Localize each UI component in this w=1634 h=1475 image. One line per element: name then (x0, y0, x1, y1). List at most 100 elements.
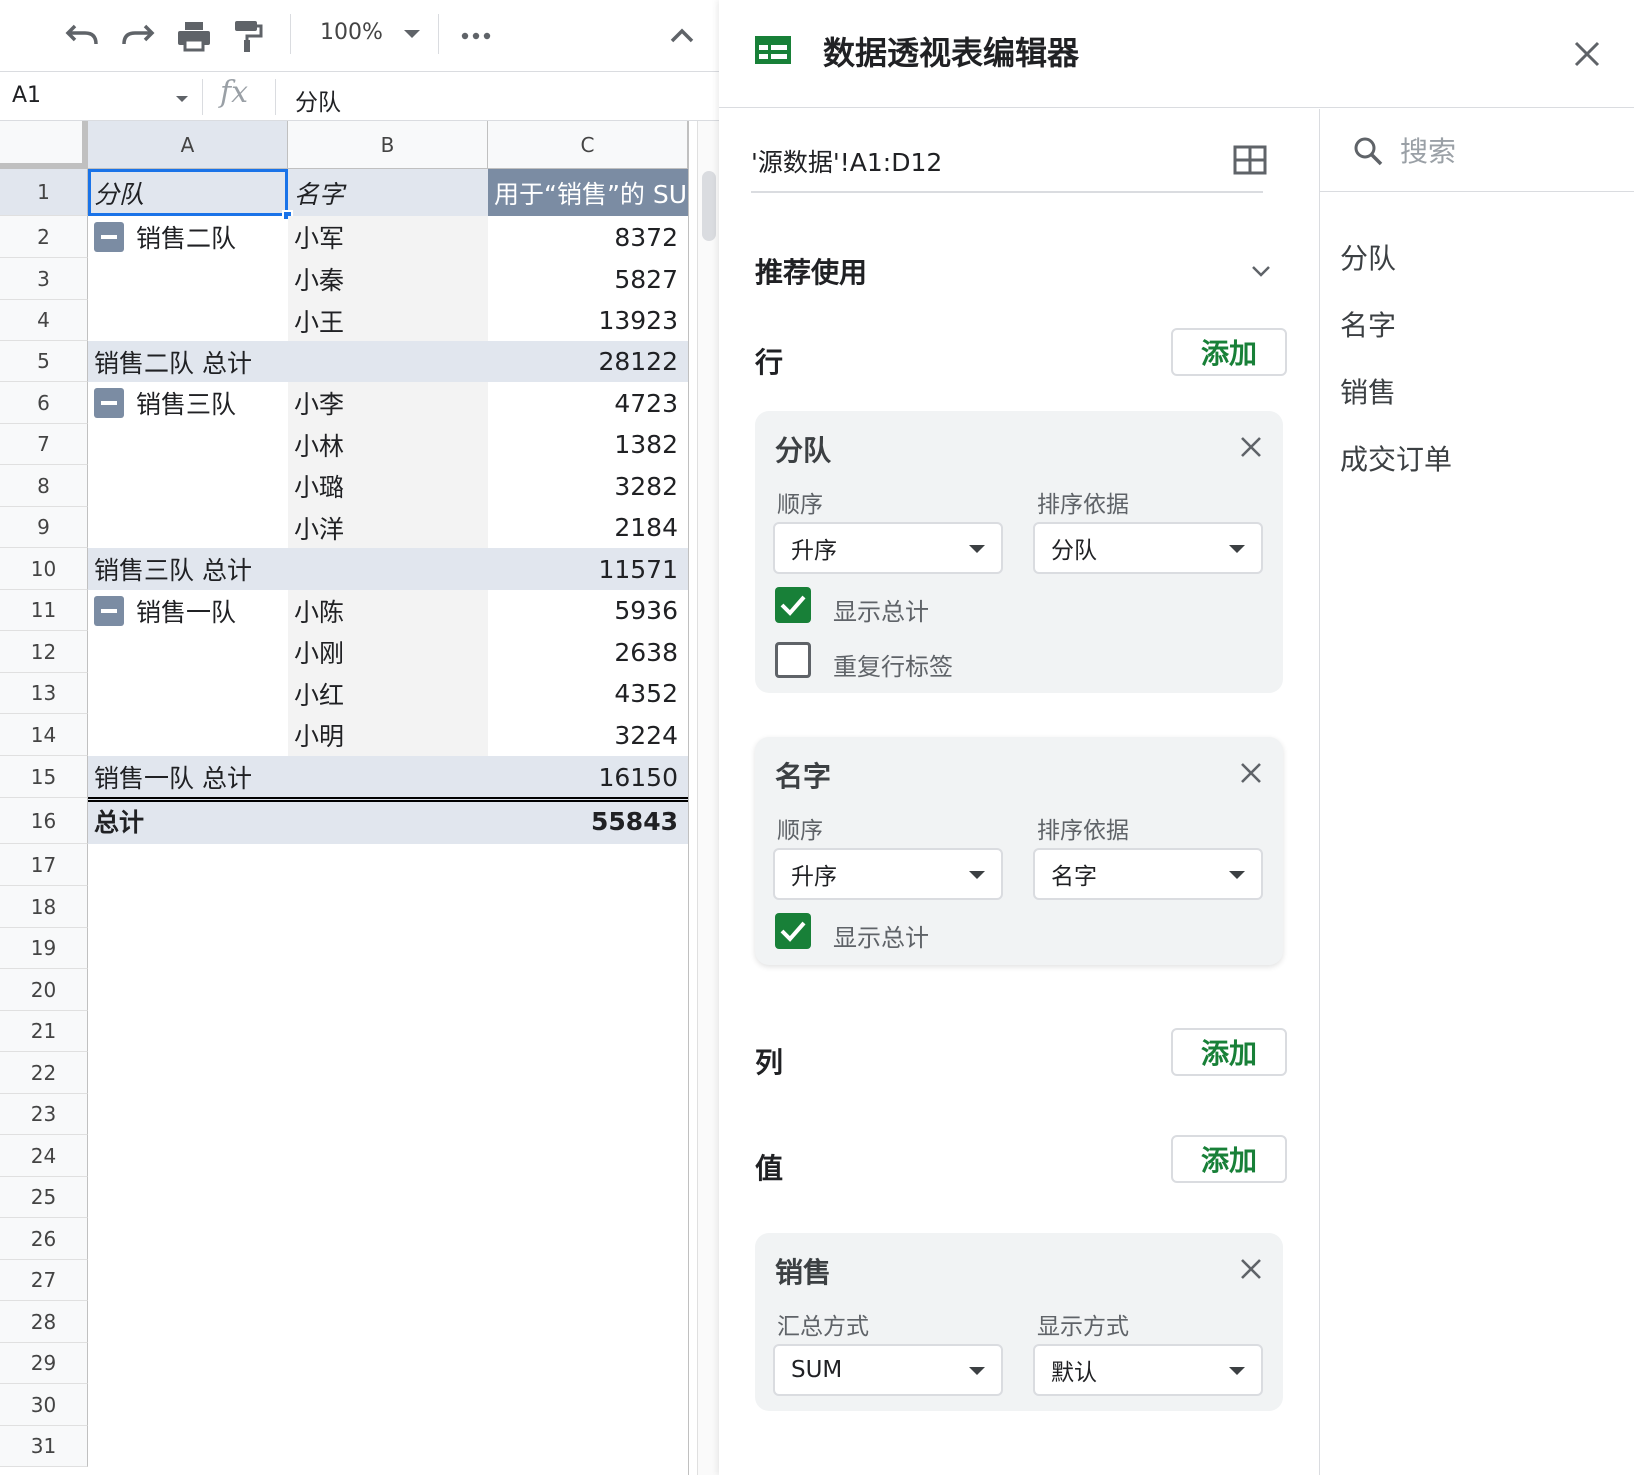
row-header[interactable]: 21 (0, 1011, 88, 1052)
sort-by-select[interactable]: 名字 (1033, 848, 1263, 900)
show-totals-checkbox[interactable] (775, 587, 811, 623)
row-header[interactable]: 19 (0, 928, 88, 969)
paint-format-icon[interactable] (228, 16, 268, 56)
row-header[interactable]: 2 (0, 216, 88, 258)
subtotal-value[interactable]: 28122 (488, 341, 688, 382)
select-all-corner[interactable] (0, 121, 88, 169)
collapse-minus-icon[interactable] (94, 595, 124, 626)
name-cell[interactable]: 小林 (288, 424, 488, 465)
subtotal-value[interactable]: 16150 (488, 756, 688, 798)
close-icon[interactable] (1237, 433, 1265, 461)
row-header[interactable]: 20 (0, 969, 88, 1011)
add-row-button[interactable]: 添加 (1171, 328, 1287, 376)
subtotal-value[interactable]: 11571 (488, 548, 688, 590)
name-cell[interactable]: 小洋 (288, 507, 488, 548)
team-cell[interactable] (88, 714, 288, 756)
add-value-button[interactable]: 添加 (1171, 1135, 1287, 1183)
recommended-section[interactable]: 推荐使用 (755, 251, 867, 291)
name-box[interactable]: A1 (12, 83, 41, 108)
name-cell[interactable]: 小军 (288, 216, 488, 258)
row-header[interactable]: 14 (0, 714, 88, 756)
zoom-select[interactable]: 100% (320, 20, 383, 45)
name-cell[interactable]: 小刚 (288, 631, 488, 673)
row-header[interactable]: 22 (0, 1052, 88, 1094)
header-cell[interactable]: 名字 (288, 169, 488, 216)
close-icon[interactable] (1569, 36, 1605, 72)
sales-cell[interactable]: 5827 (488, 258, 688, 300)
subtotal-label[interactable]: 销售二队 总计 (88, 341, 488, 382)
row-header[interactable]: 29 (0, 1343, 88, 1384)
collapse-minus-icon[interactable] (94, 222, 124, 252)
name-cell[interactable]: 小王 (288, 300, 488, 341)
team-cell[interactable] (88, 424, 288, 465)
more-icon[interactable] (456, 16, 496, 56)
redo-icon[interactable] (118, 16, 158, 56)
sales-cell[interactable]: 13923 (488, 300, 688, 341)
row-header[interactable]: 1 (0, 169, 88, 216)
row-header[interactable]: 9 (0, 507, 88, 548)
chevron-down-icon[interactable] (1249, 259, 1273, 283)
sales-cell[interactable]: 3224 (488, 714, 688, 756)
row-header[interactable]: 18 (0, 886, 88, 928)
column-header[interactable]: B (288, 121, 488, 169)
row-header[interactable]: 25 (0, 1177, 88, 1218)
row-header[interactable]: 5 (0, 341, 88, 382)
name-cell[interactable]: 小明 (288, 714, 488, 756)
column-header[interactable]: C (488, 121, 688, 169)
scrollbar-thumb[interactable] (702, 171, 716, 241)
row-header[interactable]: 3 (0, 258, 88, 300)
name-cell[interactable]: 小红 (288, 673, 488, 714)
grid-select-icon[interactable] (1233, 143, 1267, 177)
row-header[interactable]: 28 (0, 1301, 88, 1343)
formula-input[interactable]: 分队 (295, 83, 341, 117)
sales-cell[interactable]: 1382 (488, 424, 688, 465)
row-header[interactable]: 27 (0, 1260, 88, 1301)
close-icon[interactable] (1237, 1255, 1265, 1283)
sales-cell[interactable]: 2638 (488, 631, 688, 673)
column-header[interactable]: A (88, 121, 288, 169)
zoom-caret-icon[interactable] (404, 30, 420, 38)
row-header[interactable]: 26 (0, 1218, 88, 1260)
sales-cell[interactable]: 8372 (488, 216, 688, 258)
field-item[interactable]: 销售 (1340, 371, 1396, 411)
order-select[interactable]: 升序 (773, 522, 1003, 574)
row-header[interactable]: 30 (0, 1384, 88, 1426)
summarize-by-select[interactable]: SUM (773, 1344, 1003, 1396)
row-header[interactable]: 31 (0, 1426, 88, 1467)
team-cell[interactable] (88, 300, 288, 341)
row-header[interactable]: 16 (0, 798, 88, 844)
name-cell[interactable]: 小璐 (288, 465, 488, 507)
sort-by-select[interactable]: 分队 (1033, 522, 1263, 574)
close-icon[interactable] (1237, 759, 1265, 787)
name-box-caret-icon[interactable] (176, 96, 188, 102)
row-header[interactable]: 8 (0, 465, 88, 507)
team-cell[interactable] (88, 507, 288, 548)
show-totals-checkbox[interactable] (775, 913, 811, 949)
row-header[interactable]: 13 (0, 673, 88, 714)
sales-cell[interactable]: 5936 (488, 590, 688, 631)
subtotal-label[interactable]: 销售一队 总计 (88, 756, 488, 798)
row-header[interactable]: 15 (0, 756, 88, 798)
sales-cell[interactable]: 2184 (488, 507, 688, 548)
print-icon[interactable] (174, 16, 214, 56)
row-header[interactable]: 24 (0, 1135, 88, 1177)
row-header[interactable]: 23 (0, 1094, 88, 1135)
grand-total-label[interactable]: 总计 (88, 798, 488, 844)
row-header[interactable]: 12 (0, 631, 88, 673)
team-cell[interactable] (88, 465, 288, 507)
header-cell[interactable]: 用于“销售”的 SU (488, 169, 688, 216)
order-select[interactable]: 升序 (773, 848, 1003, 900)
team-cell[interactable]: 销售二队 (88, 216, 288, 258)
sales-cell[interactable]: 3282 (488, 465, 688, 507)
name-cell[interactable]: 小秦 (288, 258, 488, 300)
team-cell[interactable] (88, 258, 288, 300)
team-cell[interactable] (88, 631, 288, 673)
row-header[interactable]: 7 (0, 424, 88, 465)
show-as-select[interactable]: 默认 (1033, 1344, 1263, 1396)
team-cell[interactable]: 销售三队 (88, 382, 288, 424)
chevron-up-icon[interactable] (662, 16, 702, 56)
row-header[interactable]: 17 (0, 844, 88, 886)
row-header[interactable]: 6 (0, 382, 88, 424)
team-cell[interactable]: 销售一队 (88, 590, 288, 631)
row-header[interactable]: 4 (0, 300, 88, 341)
